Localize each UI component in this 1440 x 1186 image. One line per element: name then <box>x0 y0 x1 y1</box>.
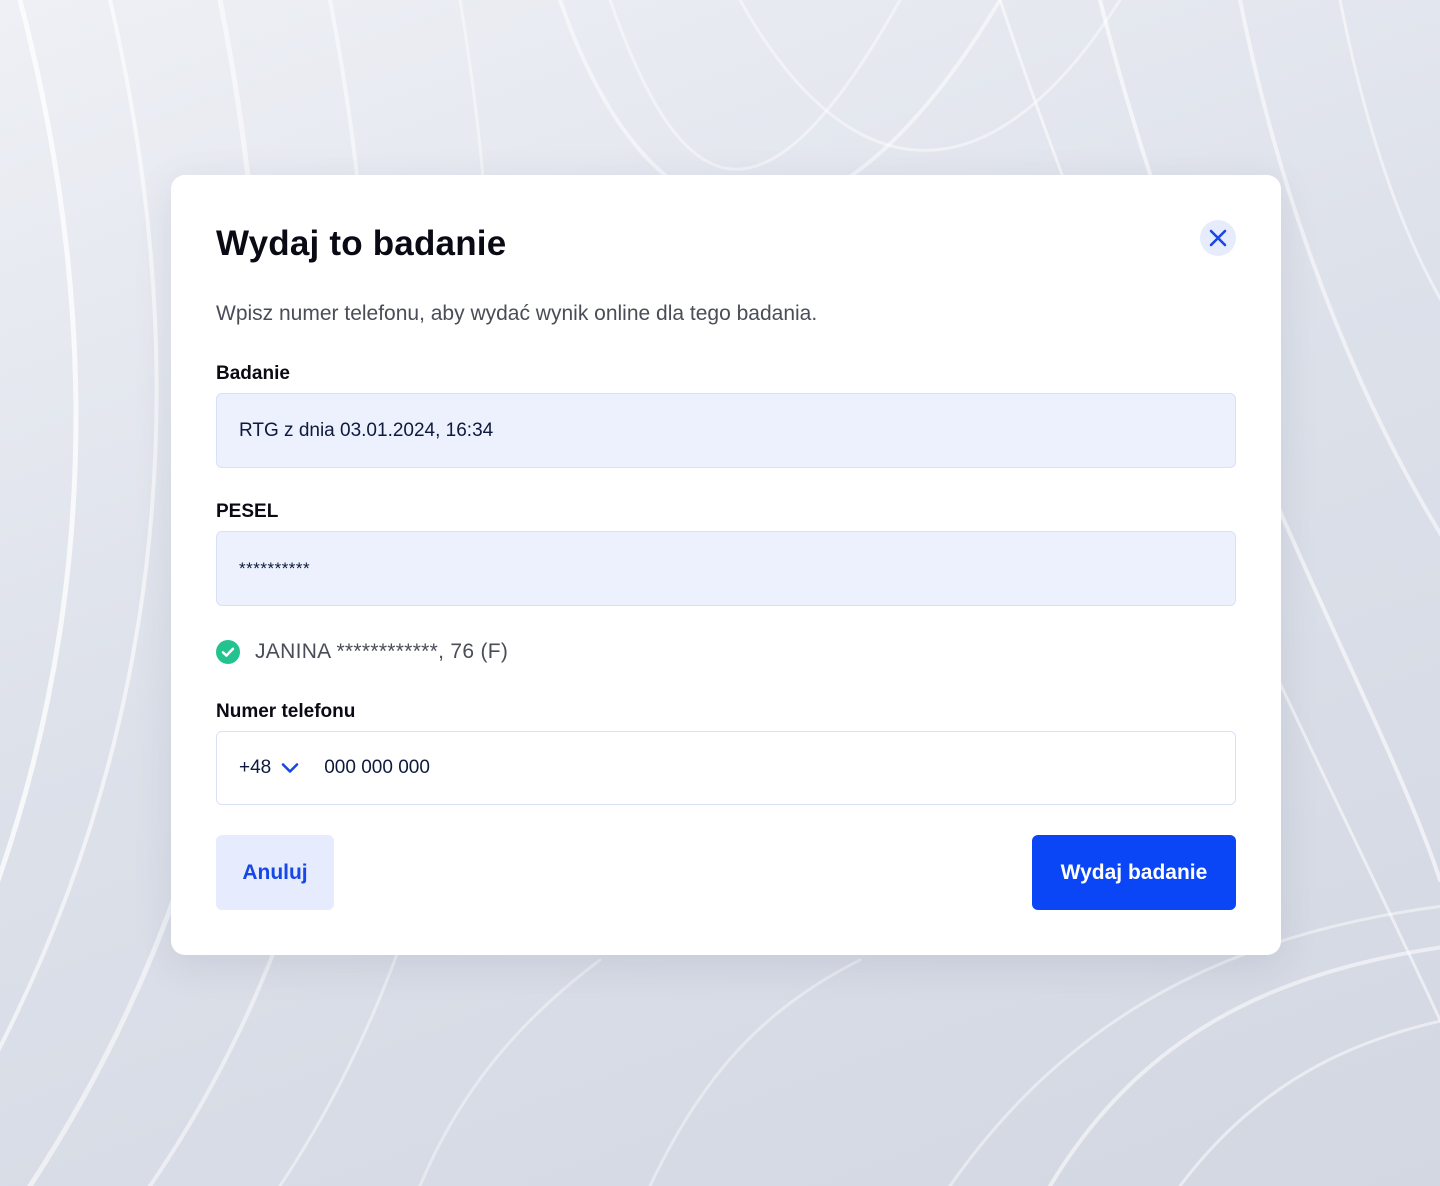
exam-label: Badanie <box>216 363 290 384</box>
country-code-select[interactable]: +48 <box>239 757 299 779</box>
close-button[interactable] <box>1200 220 1236 256</box>
phone-number-input[interactable] <box>324 757 1175 779</box>
close-icon <box>1209 229 1227 247</box>
issue-exam-dialog: Wydaj to badanie Wpisz numer telefonu, a… <box>171 175 1281 955</box>
pesel-label: PESEL <box>216 501 279 522</box>
dialog-title: Wydaj to badanie <box>216 224 507 263</box>
cancel-button[interactable]: Anuluj <box>216 835 334 910</box>
patient-verification: JANINA ************, 76 (F) <box>216 639 508 665</box>
pesel-value: ********** <box>239 558 311 578</box>
issue-exam-button[interactable]: Wydaj badanie <box>1032 835 1236 910</box>
dialog-description: Wpisz numer telefonu, aby wydać wynik on… <box>216 302 818 325</box>
pesel-field: ********** <box>216 531 1236 606</box>
check-circle-icon <box>216 640 240 664</box>
country-code: +48 <box>239 757 272 778</box>
phone-label: Numer telefonu <box>216 701 356 722</box>
exam-value: RTG z dnia 03.01.2024, 16:34 <box>239 419 494 441</box>
exam-field: RTG z dnia 03.01.2024, 16:34 <box>216 393 1236 468</box>
patient-info: JANINA ************, 76 (F) <box>255 640 509 663</box>
phone-field: +48 <box>216 731 1236 805</box>
chevron-down-icon <box>281 762 299 774</box>
